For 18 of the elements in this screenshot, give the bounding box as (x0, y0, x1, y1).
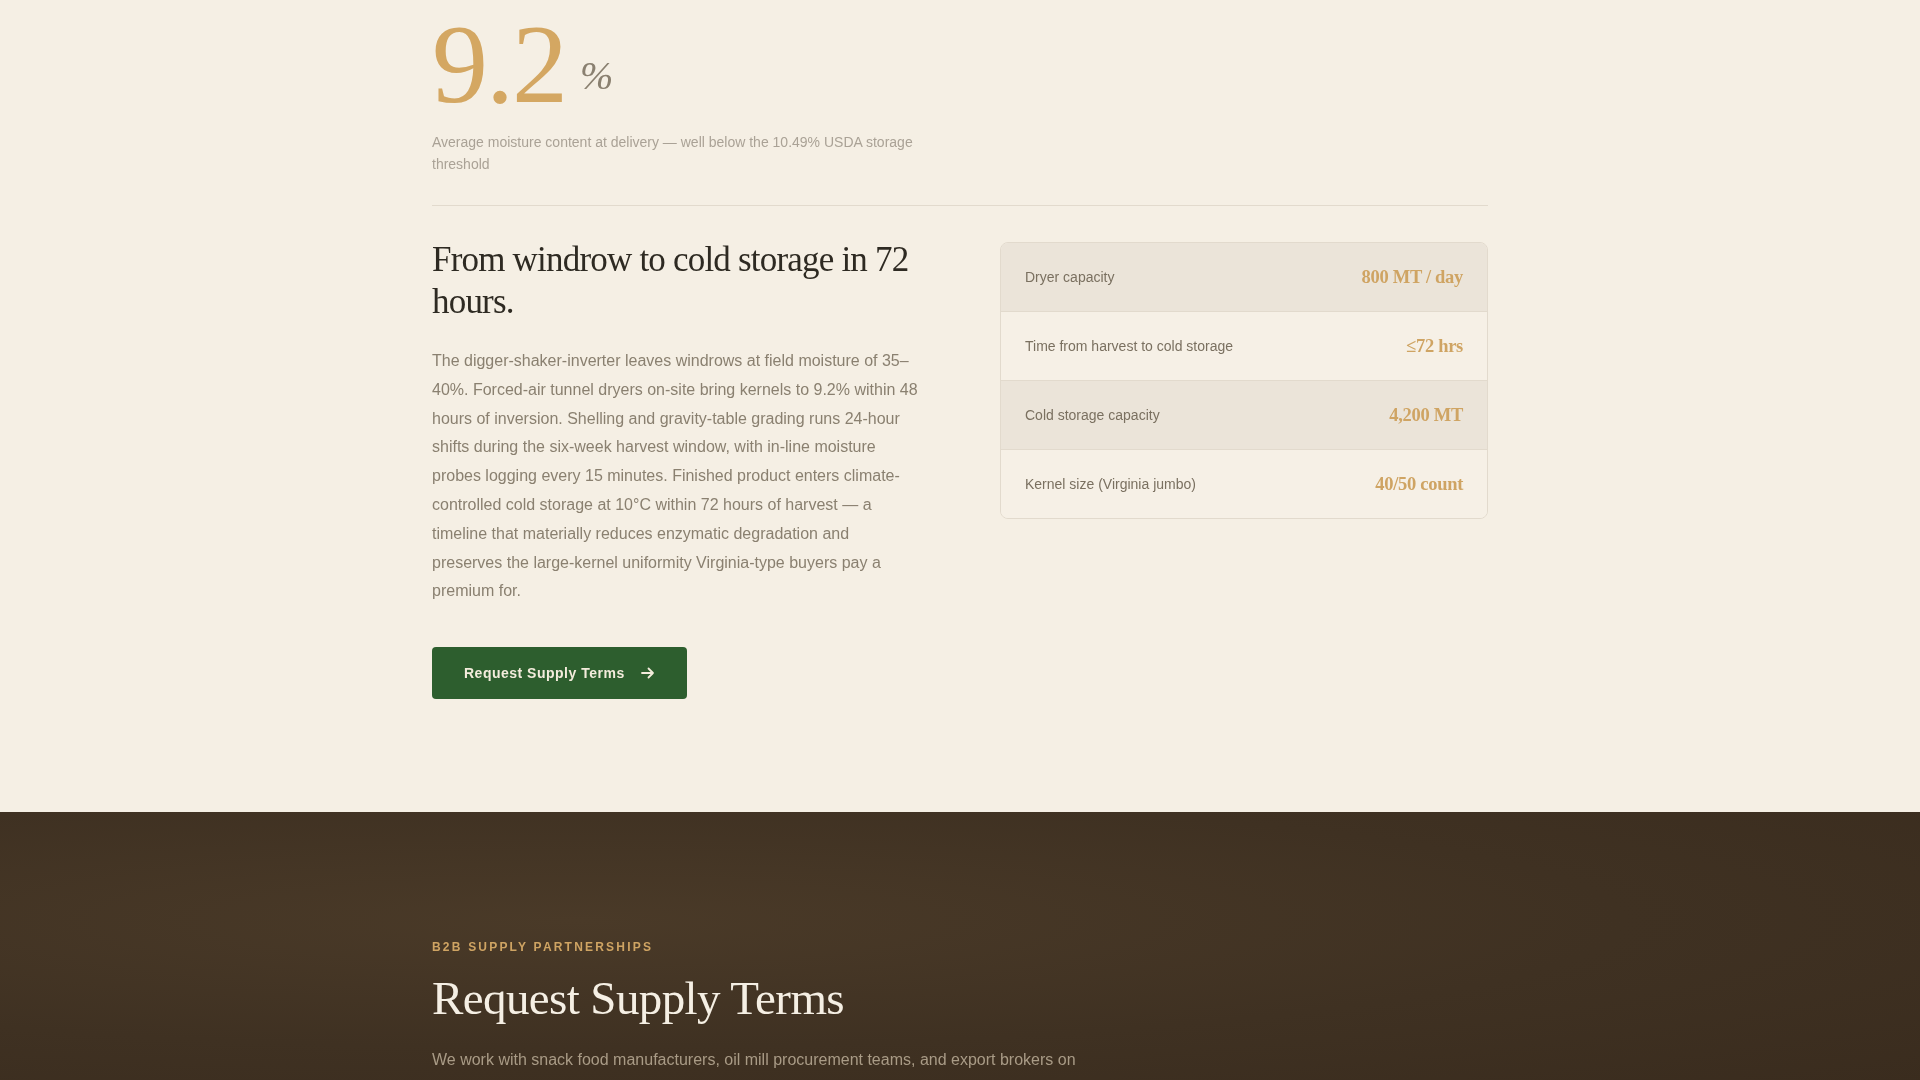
spec-value: 40/50 count (1375, 473, 1463, 495)
arrow-right-icon (640, 667, 655, 680)
percent-unit: % (580, 52, 614, 99)
section-heading: Request Supply Terms (432, 971, 846, 1027)
spec-label: Dryer capacity (1025, 269, 1115, 285)
spec-value: ≤72 hrs (1406, 335, 1463, 357)
spec-label: Time from harvest to cold storage (1025, 338, 1233, 354)
section-intro: We work with snack food manufacturers, oil mill procurement teams, and export brokers on (432, 1050, 1077, 1071)
spec-value: 800 MT / day (1361, 266, 1463, 288)
moisture-caption: Average moisture content at delivery — well below the 10.49% USDA storage threshold (432, 133, 914, 174)
spec-value: 4,200 MT (1389, 404, 1463, 426)
request-supply-terms-button[interactable]: Request Supply Terms (432, 647, 687, 700)
moisture-value: 9.2 (432, 1, 566, 128)
process-description: The digger-shaker-inverter leaves windrows at field moisture of 35–40%. Forced-air tunnel dryers on-site bring kernels to 9.2% within 48 hours of inversion. Shelling and gravity-table grading runs 24-hour shifts during the six-week harvest window, with in-line moisture probes logging every 15 minutes. Finished product enters climate-controlled cold storage at 10°C within 72 hours of harvest — a timeline that materially reduces enzymatic degradation and preserves the large-kernel uniformity Virginia-type buyers pay a premium for. (432, 351, 919, 602)
spec-label: Cold storage capacity (1025, 407, 1160, 423)
spec-label: Kernel size (Virginia jumbo) (1025, 476, 1196, 492)
section-eyebrow: B2B SUPPLY PARTNERSHIPS (432, 939, 655, 957)
process-heading: From windrow to cold storage in 72 hours. (432, 239, 910, 323)
